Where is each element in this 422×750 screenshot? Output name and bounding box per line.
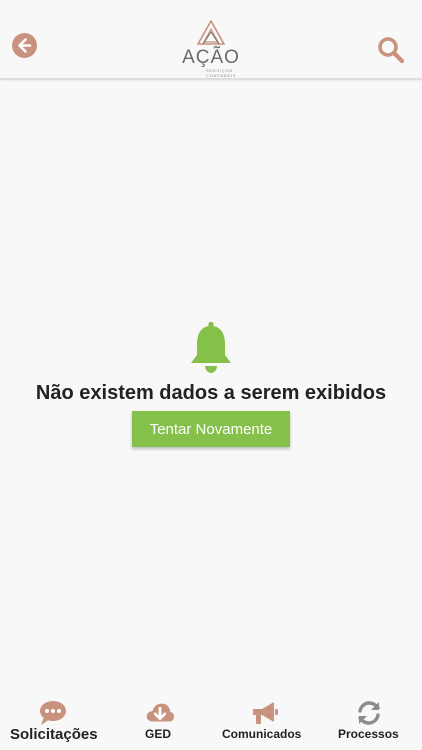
tab-label-comunicados: Comunicados bbox=[222, 727, 302, 741]
search-icon bbox=[378, 37, 405, 64]
tab-processos[interactable]: Processos bbox=[330, 696, 410, 750]
arrow-left-icon bbox=[12, 33, 37, 58]
sync-icon bbox=[358, 701, 380, 725]
tab-label-solicitacoes: Solicitações bbox=[10, 726, 98, 743]
back-button[interactable] bbox=[12, 33, 37, 58]
tab-label-ged: GED bbox=[145, 727, 172, 741]
tab-label-processos: Processos bbox=[338, 727, 399, 741]
tab-ged[interactable]: GED bbox=[120, 696, 200, 750]
logo-wordmark: AÇÃO bbox=[182, 47, 240, 68]
retry-button[interactable]: Tentar Novamente bbox=[132, 411, 290, 447]
cloud-download-icon bbox=[146, 703, 175, 722]
empty-message: Não existem dados a serem exibidos bbox=[35, 382, 387, 404]
megaphone-icon bbox=[253, 702, 278, 724]
app-header: AÇÃO SERVIÇOS CONTÁBEIS bbox=[0, 0, 422, 80]
tab-comunicados[interactable]: Comunicados bbox=[218, 696, 310, 750]
company-logo: AÇÃO SERVIÇOS CONTÁBEIS bbox=[176, 20, 246, 78]
bottom-tab-bar: Solicitações GED Comunicados Processos bbox=[0, 696, 422, 750]
search-button[interactable] bbox=[377, 36, 405, 64]
chat-bubble-icon bbox=[40, 701, 66, 725]
tab-solicitacoes[interactable]: Solicitações bbox=[0, 696, 106, 750]
bell-icon bbox=[191, 322, 231, 373]
logo-subtitle-2: CONTÁBEIS bbox=[206, 73, 237, 78]
logo-mark bbox=[197, 20, 225, 45]
